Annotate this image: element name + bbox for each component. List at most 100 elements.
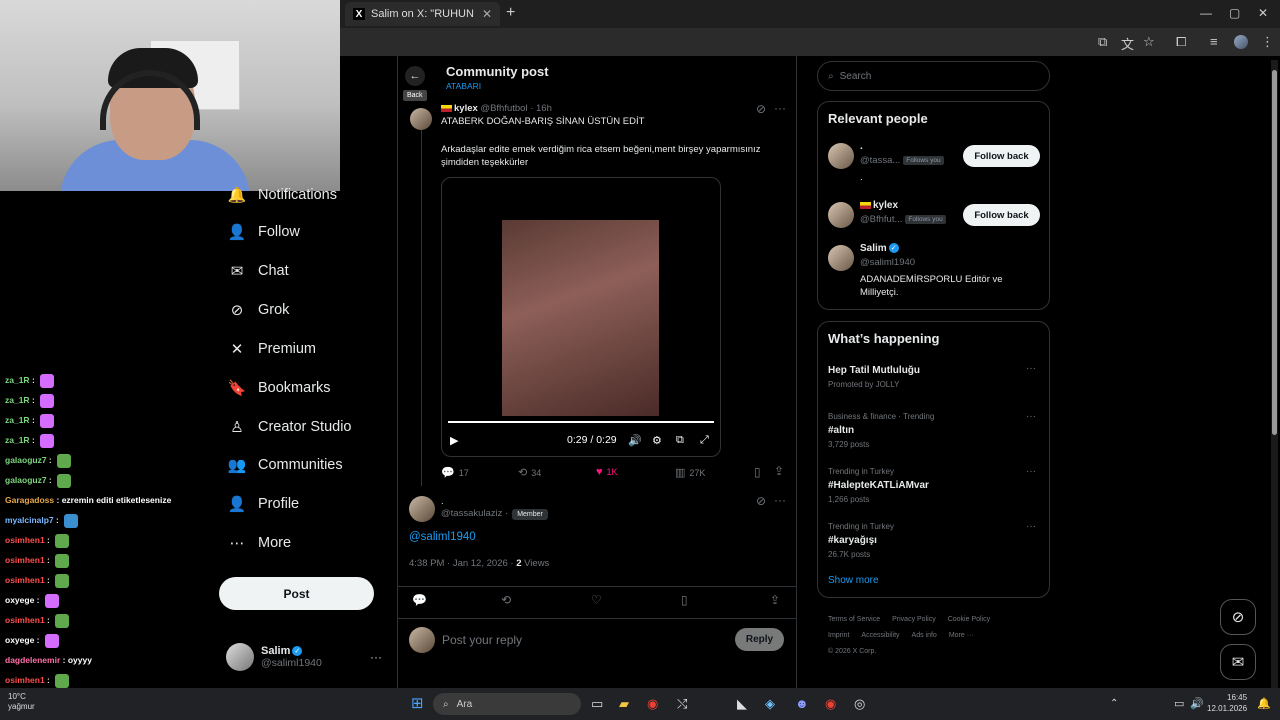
nav-item-profile[interactable]: 👤 Profile	[228, 489, 299, 519]
trend-more-icon[interactable]: ···	[1026, 411, 1036, 422]
post2-like-icon[interactable]: ♡	[591, 593, 602, 607]
post2-reply-icon[interactable]: 💬	[412, 593, 427, 607]
post2-bookmark-icon[interactable]: ▯	[681, 593, 688, 607]
bookmark-star-icon[interactable]: ☆	[1143, 34, 1155, 50]
footer-link[interactable]: © 2026 X Corp.	[828, 648, 876, 655]
chrome-icon[interactable]: ◉	[647, 696, 658, 712]
grok-fab-icon[interactable]: ⊘	[1220, 599, 1256, 635]
trend-more-icon[interactable]: ···	[1026, 363, 1036, 374]
footer-link[interactable]: Imprint	[828, 632, 849, 639]
pip-icon[interactable]: ⧉	[676, 434, 684, 447]
nav-item-follow[interactable]: 👤 Follow	[228, 217, 300, 247]
scrollbar-thumb[interactable]	[1272, 70, 1277, 435]
close-window-button[interactable]: ✕	[1258, 6, 1268, 20]
file-explorer-icon[interactable]: ▰	[619, 696, 629, 712]
volume-icon[interactable]: 🔊	[628, 434, 642, 447]
reply-action[interactable]: 💬 17	[441, 466, 469, 479]
post-button[interactable]: Post	[219, 577, 374, 610]
grok-icon[interactable]: ⊘	[756, 102, 766, 116]
footer-link[interactable]: Privacy Policy	[892, 616, 936, 623]
trend-item[interactable]: #altın	[828, 425, 854, 436]
clock[interactable]: 16:45 12.01.2026	[1207, 692, 1247, 714]
trend-more-icon[interactable]: ···	[1026, 466, 1036, 477]
post1-author[interactable]: kylex @Bfhfutbol · 16h	[441, 103, 552, 114]
person-avatar[interactable]	[828, 245, 854, 271]
network-icon[interactable]: ▭	[1174, 697, 1184, 710]
capcut-icon[interactable]: ⤭	[677, 696, 687, 712]
repost-action[interactable]: ⟲ 34	[518, 466, 541, 479]
like-action[interactable]: ♥ 1K	[596, 466, 618, 478]
footer-link[interactable]: More ···	[949, 632, 974, 639]
play-icon[interactable]: ▶	[450, 434, 458, 447]
task-view-icon[interactable]: ▭	[591, 696, 603, 712]
post2-avatar[interactable]	[409, 496, 435, 522]
browser-profile-avatar[interactable]	[1234, 35, 1248, 49]
video-player[interactable]: ▶ 0:29 / 0:29 🔊 ⚙ ⧉ ⤢	[441, 177, 721, 457]
account-switcher[interactable]: Salim ✓ @saliml1940	[226, 643, 322, 671]
tray-overflow-icon[interactable]: ⌃	[1110, 698, 1118, 709]
footer-link[interactable]: Ads info	[912, 632, 937, 639]
nav-item-more[interactable]: ⋯ More	[228, 528, 292, 558]
post2-author-name[interactable]: .	[441, 496, 444, 507]
nav-item-communities[interactable]: 👥 Communities	[228, 450, 343, 480]
person-avatar[interactable]	[828, 143, 854, 169]
views-action[interactable]: ▥ 27K	[675, 466, 705, 479]
nav-item-creator-studio[interactable]: ♙ Creator Studio	[228, 412, 351, 442]
person-name[interactable]: Salim ✓	[860, 243, 899, 254]
install-icon[interactable]: ⧉	[1098, 34, 1107, 50]
discord-icon[interactable]: ☻	[795, 696, 809, 711]
back-arrow-icon[interactable]: ←	[405, 66, 425, 86]
show-more-link[interactable]: Show more	[828, 575, 879, 586]
trend-item[interactable]: #HalepteKATLiAMvar	[828, 480, 929, 491]
footer-link[interactable]: Terms of Service	[828, 616, 880, 623]
chrome-active-icon[interactable]: ◉	[825, 696, 836, 712]
extensions-icon[interactable]: ⧠	[1176, 34, 1186, 50]
post2-repost-icon[interactable]: ⟲	[501, 593, 511, 607]
taskbar-search[interactable]: ⌕ Ara	[433, 693, 581, 715]
nav-item-notifications[interactable]: 🔔 Notifications	[228, 180, 337, 210]
trend-item[interactable]: Hep Tatil Mutluluğu	[828, 365, 920, 376]
post1-avatar[interactable]	[410, 108, 432, 130]
reply-input[interactable]: Post your reply	[442, 633, 522, 647]
search-input[interactable]: ⌕ Search	[817, 61, 1050, 91]
app-icon[interactable]: ◣	[737, 696, 747, 712]
community-name-link[interactable]: ATABARI	[446, 81, 481, 91]
follow-back-button[interactable]: Follow back	[963, 145, 1040, 167]
browser-tab[interactable]: X Salim on X: "RUHUN ŞAD OLSU ✕	[345, 2, 500, 26]
messages-fab-icon[interactable]: ✉	[1220, 644, 1256, 680]
reply-button[interactable]: Reply	[735, 628, 784, 651]
minimize-button[interactable]: —	[1200, 6, 1212, 20]
post2-grok-icon[interactable]: ⊘	[756, 494, 766, 508]
person-avatar[interactable]	[828, 202, 854, 228]
post1-bookmark-icon[interactable]: ▯	[754, 465, 761, 479]
follow-back-button[interactable]: Follow back	[963, 204, 1040, 226]
person-name[interactable]: .	[860, 141, 863, 152]
trend-more-icon[interactable]: ···	[1026, 521, 1036, 532]
trend-item[interactable]: #karyağışı	[828, 535, 877, 546]
steam-icon[interactable]: ◈	[765, 696, 775, 712]
video-scrubber[interactable]	[448, 421, 714, 423]
browser-menu-icon[interactable]: ⋮	[1261, 34, 1274, 50]
obs-icon[interactable]: ◎	[854, 696, 865, 712]
volume-tray-icon[interactable]: 🔊	[1190, 697, 1204, 710]
mention-link[interactable]: @saliml1940	[409, 531, 476, 543]
nav-item-bookmarks[interactable]: 🔖 Bookmarks	[228, 373, 331, 403]
footer-link[interactable]: Accessibility	[861, 632, 899, 639]
account-more-icon[interactable]: ···	[370, 650, 382, 664]
post1-more-icon[interactable]: ···	[774, 101, 786, 115]
post2-more-icon[interactable]: ···	[774, 493, 786, 507]
fullscreen-icon[interactable]: ⤢	[700, 434, 709, 447]
nav-item-premium[interactable]: ✕ Premium	[228, 334, 316, 364]
post1-share-icon[interactable]: ⇪	[774, 464, 784, 478]
footer-link[interactable]: Cookie Policy	[948, 616, 990, 623]
new-tab-button[interactable]: +	[506, 4, 515, 22]
reading-list-icon[interactable]: ≡	[1210, 34, 1218, 49]
page-scrollbar[interactable]	[1271, 60, 1278, 688]
translate-icon[interactable]: 文	[1121, 34, 1134, 53]
windows-start-icon[interactable]: ⊞	[411, 694, 424, 712]
settings-gear-icon[interactable]: ⚙	[652, 434, 662, 447]
weather-widget[interactable]: 10°C yağmur	[8, 692, 35, 712]
post2-share-icon[interactable]: ⇪	[770, 593, 780, 607]
nav-item-chat[interactable]: ✉ Chat	[228, 256, 289, 286]
restore-button[interactable]: ▢	[1229, 6, 1240, 20]
